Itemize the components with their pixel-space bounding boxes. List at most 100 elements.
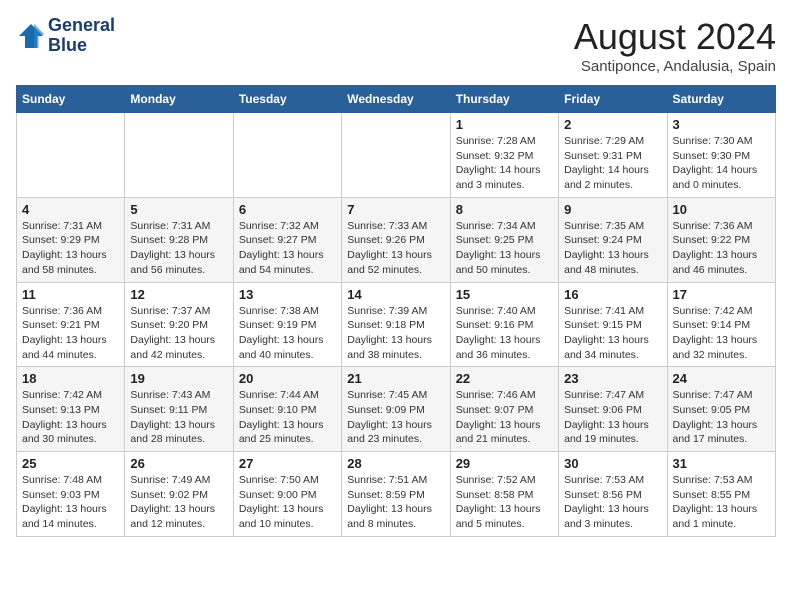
day-number: 20 — [239, 371, 336, 386]
day-info: Sunrise: 7:36 AMSunset: 9:22 PMDaylight:… — [673, 219, 770, 278]
day-number: 7 — [347, 202, 444, 217]
day-number: 8 — [456, 202, 553, 217]
calendar-cell: 20 Sunrise: 7:44 AMSunset: 9:10 PMDayligh… — [233, 367, 341, 452]
day-number: 15 — [456, 287, 553, 302]
day-info: Sunrise: 7:32 AMSunset: 9:27 PMDaylight:… — [239, 219, 336, 278]
calendar-week-row: 25 Sunrise: 7:48 AMSunset: 9:03 PMDayligh… — [17, 452, 776, 537]
day-number: 10 — [673, 202, 770, 217]
day-info: Sunrise: 7:28 AMSunset: 9:32 PMDaylight:… — [456, 134, 553, 193]
calendar-cell: 30 Sunrise: 7:53 AMSunset: 8:56 PMDayligh… — [559, 452, 667, 537]
weekday-header: Wednesday — [342, 86, 450, 113]
day-number: 5 — [130, 202, 227, 217]
calendar-cell: 13Sunrise: 7:38 AMSunset: 9:19 PMDayligh… — [233, 282, 341, 367]
day-number: 19 — [130, 371, 227, 386]
day-info: Sunrise: 7:38 AMSunset: 9:19 PMDaylight:… — [239, 304, 336, 363]
logo-text: General Blue — [48, 16, 115, 56]
calendar-cell: 3Sunrise: 7:30 AMSunset: 9:30 PMDaylight… — [667, 113, 775, 198]
day-number: 12 — [130, 287, 227, 302]
day-info: Sunrise: 7:52 AMSunset: 8:58 PMDaylight:… — [456, 473, 553, 532]
calendar-cell — [342, 113, 450, 198]
day-info: Sunrise: 7:42 AMSunset: 9:13 PMDaylight:… — [22, 388, 119, 447]
day-info: Sunrise: 7:51 AMSunset: 8:59 PMDaylight:… — [347, 473, 444, 532]
calendar-cell: 8 Sunrise: 7:34 AMSunset: 9:25 PMDaylight… — [450, 197, 558, 282]
day-info: Sunrise: 7:36 AMSunset: 9:21 PMDaylight:… — [22, 304, 119, 363]
day-info: Sunrise: 7:47 AMSunset: 9:05 PMDaylight:… — [673, 388, 770, 447]
calendar-cell: 29 Sunrise: 7:52 AMSunset: 8:58 PMDayligh… — [450, 452, 558, 537]
calendar-cell: 14Sunrise: 7:39 AMSunset: 9:18 PMDayligh… — [342, 282, 450, 367]
day-number: 28 — [347, 456, 444, 471]
weekday-header: Friday — [559, 86, 667, 113]
calendar-week-row: 4 Sunrise: 7:31 AMSunset: 9:29 PMDaylight… — [17, 197, 776, 282]
day-info: Sunrise: 7:37 AMSunset: 9:20 PMDaylight:… — [130, 304, 227, 363]
day-number: 22 — [456, 371, 553, 386]
day-number: 1 — [456, 117, 553, 132]
calendar-table: SundayMondayTuesdayWednesdayThursdayFrid… — [16, 85, 776, 537]
calendar-cell — [233, 113, 341, 198]
day-number: 30 — [564, 456, 661, 471]
weekday-header: Monday — [125, 86, 233, 113]
day-number: 24 — [673, 371, 770, 386]
day-number: 2 — [564, 117, 661, 132]
day-number: 25 — [22, 456, 119, 471]
calendar-cell: 4 Sunrise: 7:31 AMSunset: 9:29 PMDaylight… — [17, 197, 125, 282]
day-info: Sunrise: 7:39 AMSunset: 9:18 PMDaylight:… — [347, 304, 444, 363]
logo-line2: Blue — [48, 36, 115, 56]
day-info: Sunrise: 7:43 AMSunset: 9:11 PMDaylight:… — [130, 388, 227, 447]
calendar-cell: 27Sunrise: 7:50 AMSunset: 9:00 PMDayligh… — [233, 452, 341, 537]
day-number: 29 — [456, 456, 553, 471]
day-info: Sunrise: 7:29 AMSunset: 9:31 PMDaylight:… — [564, 134, 661, 193]
title-block: August 2024 Santiponce, Andalusia, Spain — [574, 16, 776, 75]
calendar-cell: 6Sunrise: 7:32 AMSunset: 9:27 PMDaylight… — [233, 197, 341, 282]
month-title: August 2024 — [574, 16, 776, 58]
day-number: 11 — [22, 287, 119, 302]
logo-line1: General — [48, 16, 115, 36]
day-number: 4 — [22, 202, 119, 217]
calendar-week-row: 1 Sunrise: 7:28 AMSunset: 9:32 PMDaylight… — [17, 113, 776, 198]
day-info: Sunrise: 7:45 AMSunset: 9:09 PMDaylight:… — [347, 388, 444, 447]
calendar-cell: 1 Sunrise: 7:28 AMSunset: 9:32 PMDaylight… — [450, 113, 558, 198]
day-info: Sunrise: 7:49 AMSunset: 9:02 PMDaylight:… — [130, 473, 227, 532]
day-info: Sunrise: 7:47 AMSunset: 9:06 PMDaylight:… — [564, 388, 661, 447]
calendar-cell: 22 Sunrise: 7:46 AMSunset: 9:07 PMDayligh… — [450, 367, 558, 452]
weekday-row: SundayMondayTuesdayWednesdayThursdayFrid… — [17, 86, 776, 113]
calendar-cell: 16Sunrise: 7:41 AMSunset: 9:15 PMDayligh… — [559, 282, 667, 367]
day-info: Sunrise: 7:46 AMSunset: 9:07 PMDaylight:… — [456, 388, 553, 447]
day-info: Sunrise: 7:35 AMSunset: 9:24 PMDaylight:… — [564, 219, 661, 278]
day-info: Sunrise: 7:53 AMSunset: 8:55 PMDaylight:… — [673, 473, 770, 532]
day-info: Sunrise: 7:42 AMSunset: 9:14 PMDaylight:… — [673, 304, 770, 363]
day-info: Sunrise: 7:30 AMSunset: 9:30 PMDaylight:… — [673, 134, 770, 193]
calendar-cell: 25 Sunrise: 7:48 AMSunset: 9:03 PMDayligh… — [17, 452, 125, 537]
logo-icon — [16, 21, 46, 51]
day-info: Sunrise: 7:34 AMSunset: 9:25 PMDaylight:… — [456, 219, 553, 278]
calendar-cell: 7 Sunrise: 7:33 AMSunset: 9:26 PMDaylight… — [342, 197, 450, 282]
weekday-header: Sunday — [17, 86, 125, 113]
day-info: Sunrise: 7:44 AMSunset: 9:10 PMDaylight:… — [239, 388, 336, 447]
calendar-cell: 31 Sunrise: 7:53 AMSunset: 8:55 PMDayligh… — [667, 452, 775, 537]
day-number: 16 — [564, 287, 661, 302]
day-number: 26 — [130, 456, 227, 471]
day-info: Sunrise: 7:31 AMSunset: 9:28 PMDaylight:… — [130, 219, 227, 278]
day-info: Sunrise: 7:31 AMSunset: 9:29 PMDaylight:… — [22, 219, 119, 278]
day-number: 23 — [564, 371, 661, 386]
day-info: Sunrise: 7:33 AMSunset: 9:26 PMDaylight:… — [347, 219, 444, 278]
calendar-cell: 15Sunrise: 7:40 AMSunset: 9:16 PMDayligh… — [450, 282, 558, 367]
calendar-week-row: 18 Sunrise: 7:42 AMSunset: 9:13 PMDayligh… — [17, 367, 776, 452]
calendar-cell: 23 Sunrise: 7:47 AMSunset: 9:06 PMDayligh… — [559, 367, 667, 452]
day-info: Sunrise: 7:48 AMSunset: 9:03 PMDaylight:… — [22, 473, 119, 532]
calendar-cell: 26 Sunrise: 7:49 AMSunset: 9:02 PMDayligh… — [125, 452, 233, 537]
day-info: Sunrise: 7:53 AMSunset: 8:56 PMDaylight:… — [564, 473, 661, 532]
day-number: 31 — [673, 456, 770, 471]
calendar-cell: 5 Sunrise: 7:31 AMSunset: 9:28 PMDaylight… — [125, 197, 233, 282]
calendar-cell: 10 Sunrise: 7:36 AMSunset: 9:22 PMDayligh… — [667, 197, 775, 282]
calendar-cell: 19 Sunrise: 7:43 AMSunset: 9:11 PMDayligh… — [125, 367, 233, 452]
calendar-cell: 28 Sunrise: 7:51 AMSunset: 8:59 PMDayligh… — [342, 452, 450, 537]
weekday-header: Saturday — [667, 86, 775, 113]
calendar-cell: 2 Sunrise: 7:29 AMSunset: 9:31 PMDaylight… — [559, 113, 667, 198]
location: Santiponce, Andalusia, Spain — [574, 58, 776, 75]
calendar-cell: 11 Sunrise: 7:36 AMSunset: 9:21 PMDayligh… — [17, 282, 125, 367]
calendar-cell: 21 Sunrise: 7:45 AMSunset: 9:09 PMDayligh… — [342, 367, 450, 452]
calendar-cell: 12 Sunrise: 7:37 AMSunset: 9:20 PMDayligh… — [125, 282, 233, 367]
day-number: 18 — [22, 371, 119, 386]
calendar-cell: 17Sunrise: 7:42 AMSunset: 9:14 PMDayligh… — [667, 282, 775, 367]
day-number: 21 — [347, 371, 444, 386]
